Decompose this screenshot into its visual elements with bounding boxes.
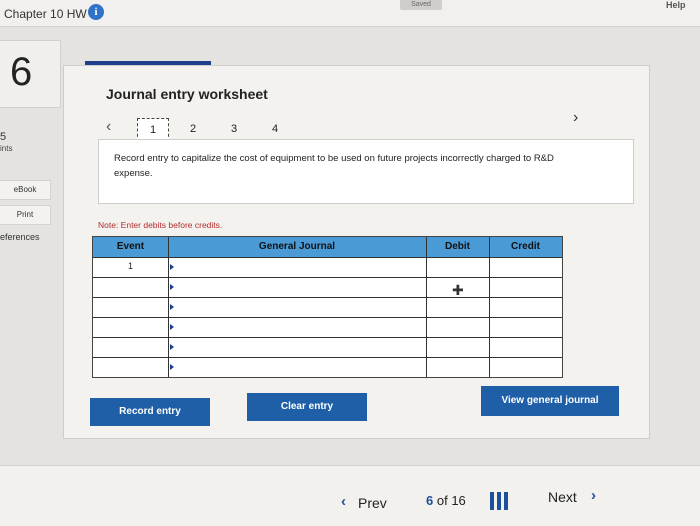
- cursor-plus-icon: ✚: [452, 282, 464, 298]
- debits-note: Note: Enter debits before credits.: [98, 220, 223, 230]
- row-divider: [93, 277, 562, 278]
- event-cell: 1: [127, 261, 133, 271]
- row-divider: [93, 297, 562, 298]
- record-entry-button[interactable]: Record entry: [90, 398, 210, 426]
- row-divider: [93, 357, 562, 358]
- print-button[interactable]: Print: [0, 205, 51, 225]
- column-header-credit: Credit: [489, 237, 562, 257]
- dropdown-arrow-icon[interactable]: [170, 324, 174, 330]
- clear-entry-button[interactable]: Clear entry: [247, 393, 367, 421]
- ebook-button[interactable]: eBook: [0, 180, 51, 200]
- column-header-general-journal: General Journal: [168, 237, 426, 257]
- chevron-left-icon[interactable]: ‹: [341, 493, 346, 510]
- row-divider: [93, 337, 562, 338]
- top-bar: [0, 0, 700, 27]
- account-select[interactable]: [173, 257, 425, 277]
- grid-icon[interactable]: [490, 492, 508, 510]
- points-label: ints: [0, 144, 13, 153]
- tab-2[interactable]: 2: [178, 118, 208, 140]
- total-pages: 16: [451, 493, 466, 508]
- chevron-left-icon[interactable]: ‹: [106, 118, 111, 136]
- dropdown-arrow-icon[interactable]: [170, 344, 174, 350]
- of-label: of: [436, 493, 448, 508]
- column-header-event: Event: [93, 237, 168, 257]
- debit-input[interactable]: [427, 257, 489, 277]
- dropdown-arrow-icon[interactable]: [170, 284, 174, 290]
- help-link[interactable]: Help: [666, 0, 686, 10]
- page-indicator: 6 of 16: [426, 493, 466, 508]
- prompt-text: Record entry to capitalize the cost of e…: [114, 153, 554, 179]
- prev-button[interactable]: Prev: [358, 495, 387, 511]
- next-button[interactable]: Next: [548, 489, 577, 505]
- dropdown-arrow-icon[interactable]: [170, 364, 174, 370]
- dropdown-arrow-icon[interactable]: [170, 304, 174, 310]
- row-divider: [93, 317, 562, 318]
- journal-table: Event General Journal Debit Credit 1: [92, 236, 563, 378]
- question-number: 6: [10, 50, 33, 94]
- credit-input[interactable]: [490, 257, 562, 277]
- tab-4[interactable]: 4: [260, 118, 290, 140]
- column-divider: [168, 237, 169, 377]
- chevron-right-icon[interactable]: ›: [573, 109, 578, 127]
- current-page: 6: [426, 493, 434, 508]
- references-link[interactable]: eferences: [0, 232, 40, 242]
- info-icon[interactable]: i: [88, 4, 104, 20]
- tab-3[interactable]: 3: [219, 118, 249, 140]
- assignment-title: Chapter 10 HW: [4, 7, 87, 21]
- worksheet-title: Journal entry worksheet: [106, 86, 268, 102]
- chevron-right-icon[interactable]: ›: [591, 487, 596, 504]
- saved-status: Saved: [400, 0, 442, 10]
- view-general-journal-button[interactable]: View general journal: [481, 386, 619, 416]
- column-header-debit: Debit: [426, 237, 489, 257]
- points-value: 5: [0, 131, 7, 143]
